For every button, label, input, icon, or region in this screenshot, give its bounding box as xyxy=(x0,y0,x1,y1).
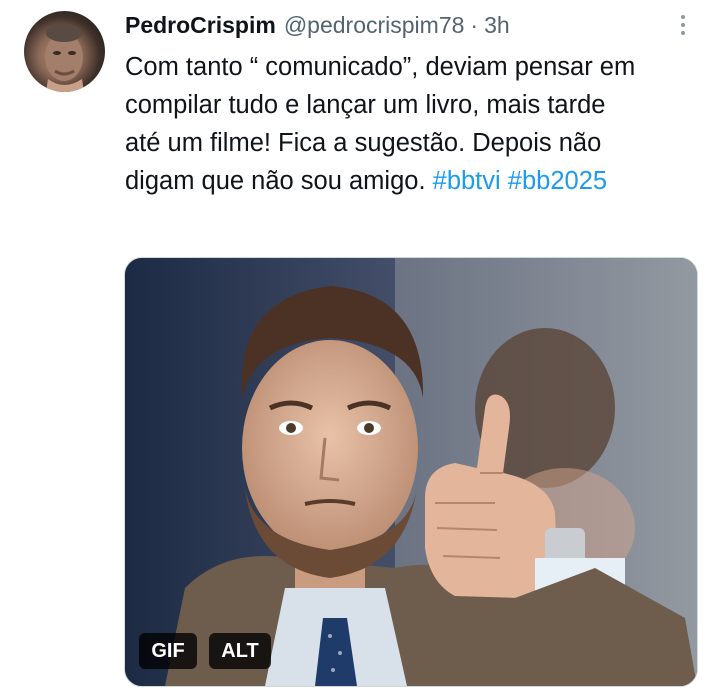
tweet-media-gif[interactable] xyxy=(124,257,698,687)
separator-dot: · xyxy=(470,12,479,38)
tweet-header: PedroCrispim @pedrocrispim78 · 3h xyxy=(125,8,510,42)
avatar-image xyxy=(45,24,84,92)
gif-image xyxy=(125,258,697,686)
hashtag-bb2025[interactable]: #bb2025 xyxy=(508,167,607,195)
timestamp[interactable]: 3h xyxy=(484,8,510,42)
tweet-card[interactable]: PedroCrispim @pedrocrispim78 · 3h Com ta… xyxy=(0,0,719,699)
hashtag-bbtvi[interactable]: #bbtvi xyxy=(433,167,501,195)
gif-badge: GIF xyxy=(139,633,197,669)
author-name[interactable]: PedroCrispim xyxy=(125,8,276,42)
avatar[interactable] xyxy=(24,11,105,92)
author-handle[interactable]: @pedrocrispim78 xyxy=(284,8,465,42)
tweet-text: Com tanto “ comunicado”, deviam pensar e… xyxy=(125,48,645,200)
more-options-icon[interactable] xyxy=(670,12,696,38)
alt-badge[interactable]: ALT xyxy=(209,633,271,669)
